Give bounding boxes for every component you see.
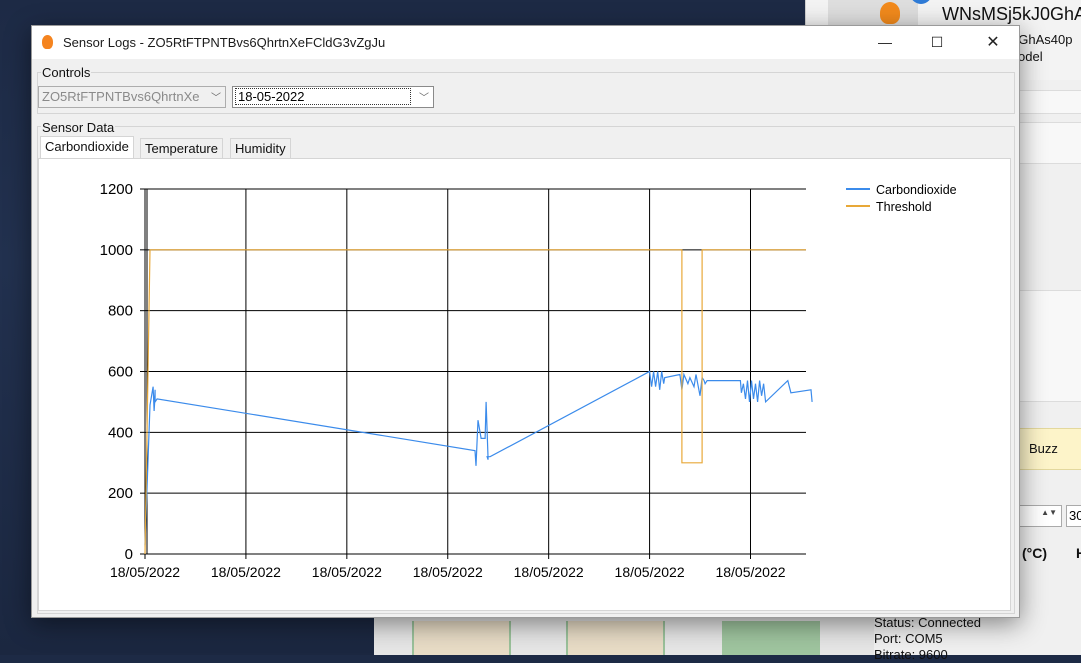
buzz-label: Buzz (1029, 441, 1058, 456)
info-badge-icon (910, 0, 932, 4)
background-gauge-strip (374, 617, 874, 655)
window-title: Sensor Logs - ZO5RtFTPNTBvs6QhrtnXeFCldG… (63, 35, 386, 50)
x-tick-label: 18/05/2022 (312, 564, 382, 580)
flame-icon (42, 35, 53, 49)
x-tick-label: 18/05/2022 (514, 564, 584, 580)
tab-content-panel: 0 200 400 600 800 1000 1200 18/05/2022 18/05/202… (38, 158, 1011, 611)
spin-value: 30 (1069, 508, 1081, 523)
device-select-value: ZO5RtFTPNTBvs6QhrtnXe (42, 89, 200, 104)
minimize-button[interactable]: — (857, 26, 913, 59)
series-line-carbondioxide (144, 370, 813, 545)
x-tick-label: 18/05/2022 (413, 564, 483, 580)
x-tick-label: 18/05/2022 (211, 564, 281, 580)
y-tick-label: 600 (108, 364, 133, 381)
y-tick-label: 400 (108, 424, 133, 441)
background-panel (1018, 122, 1081, 164)
gauge-block-green (722, 621, 820, 655)
maximize-button[interactable]: ☐ (909, 26, 965, 59)
background-spinbox[interactable]: ▲▼ (1018, 505, 1062, 527)
title-bar: Sensor Logs - ZO5RtFTPNTBvs6QhrtnXeFCldG… (32, 26, 1019, 59)
x-tick-label: 18/05/2022 (615, 564, 685, 580)
temperature-unit-label: (°C) (1022, 545, 1048, 561)
sensor-logs-window: Sensor Logs - ZO5RtFTPNTBvs6QhrtnXeFCldG… (31, 25, 1020, 618)
flame-icon (880, 2, 900, 24)
legend-label: Threshold (876, 200, 932, 214)
x-tick-label: 18/05/2022 (715, 564, 785, 580)
legend-label: Carbondioxide (876, 183, 957, 197)
date-select[interactable]: 18-05-2022 ﹀ (232, 86, 434, 108)
chevron-down-icon: ﹀ (211, 93, 221, 104)
humidity-unit-label: H (1076, 545, 1081, 561)
connection-status: Status: Connected Port: COM5 Bitrate: 96… (874, 615, 981, 663)
tab-carbondioxide[interactable]: Carbondioxide (40, 136, 134, 159)
chevron-down-icon: ﹀ (419, 93, 429, 104)
series-line-threshold (144, 249, 806, 555)
y-tick-label: 800 (108, 303, 133, 320)
device-select[interactable]: ZO5RtFTPNTBvs6QhrtnXe ﹀ (38, 86, 226, 108)
background-app-title: WNsMSj5kJ0GhA (942, 4, 1081, 24)
port-text: Port: COM5 (874, 631, 943, 646)
gauge-block (566, 621, 665, 655)
background-app-model-label: odel (1018, 49, 1043, 64)
sensor-data-group-label: Sensor Data (41, 120, 116, 135)
spin-arrows-icon: ▲▼ (1041, 508, 1057, 517)
close-button[interactable]: ✕ (965, 26, 1021, 59)
y-tick-label: 1000 (100, 242, 133, 259)
background-spinbox-2[interactable]: 30 (1066, 505, 1081, 527)
controls-group-label: Controls (41, 65, 92, 80)
y-tick-label: 200 (108, 485, 133, 502)
y-tick-label: 1200 (100, 181, 133, 198)
buzz-button[interactable]: Buzz (1018, 428, 1081, 470)
carbondioxide-line-chart: 0 200 400 600 800 1000 1200 18/05/2022 18/05/202… (100, 181, 957, 580)
gauge-block (412, 621, 511, 655)
background-panel (1018, 90, 1081, 114)
x-tick-label: 18/05/2022 (110, 564, 180, 580)
background-panel (1018, 290, 1081, 402)
bitrate-text: Bitrate: 9600 (874, 647, 948, 662)
tab-humidity[interactable]: Humidity (230, 138, 291, 159)
y-tick-label: 0 (125, 546, 133, 563)
date-select-value: 18-05-2022 (235, 88, 411, 105)
tab-temperature[interactable]: Temperature (140, 138, 223, 159)
